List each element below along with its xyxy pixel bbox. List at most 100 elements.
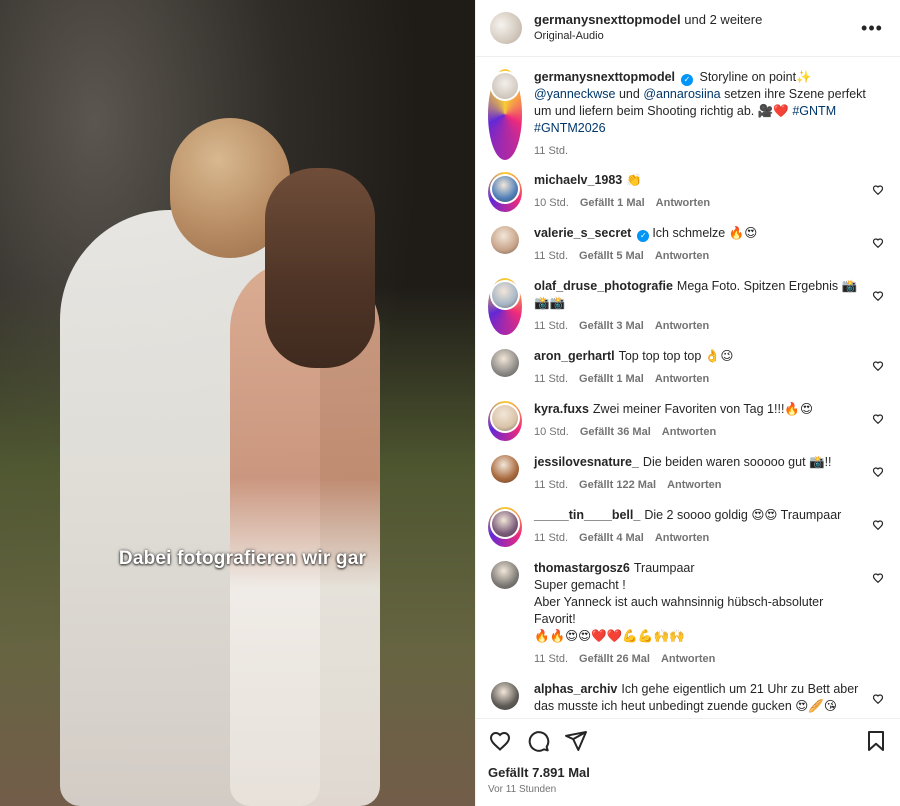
avatar[interactable] — [488, 560, 522, 668]
comment-time: 10 Std. — [534, 197, 569, 209]
caption-time: 11 Std. — [534, 145, 569, 157]
avatar[interactable] — [490, 12, 522, 44]
comment-likes[interactable]: Gefällt 5 Mal — [579, 248, 644, 265]
comment-like-heart-icon[interactable] — [872, 237, 884, 249]
reply-button[interactable]: Antworten — [656, 195, 710, 212]
comment-time: 11 Std. — [534, 250, 569, 262]
reply-button[interactable]: Antworten — [662, 424, 716, 441]
avatar[interactable] — [488, 401, 522, 441]
share-icon[interactable] — [564, 729, 588, 753]
reply-button[interactable]: Antworten — [655, 248, 709, 265]
verified-badge-icon: ✓ — [681, 74, 694, 86]
comment-like-heart-icon[interactable] — [872, 466, 884, 478]
comment-like-heart-icon[interactable] — [872, 184, 884, 196]
comment-likes[interactable]: Gefällt 1 Mal — [580, 195, 645, 212]
mention-link[interactable]: @annarosiina — [643, 87, 720, 101]
post-caption: germanysnexttopmodel ✓ Storyline on point… — [488, 69, 884, 160]
save-bookmark-icon[interactable] — [864, 729, 888, 753]
comment-likes[interactable]: Gefällt 1 Mal — [579, 371, 644, 388]
comment-item: aron_gerhartl Top top top top 👌😉 11 Std. Ge… — [488, 348, 884, 388]
comment-item: kyra.fuxs Zwei meiner Favoriten von Tag 1… — [488, 401, 884, 441]
comment-text-line: Super gemacht ! — [534, 578, 626, 592]
comment-text: Ich schmelze 🔥😍 — [652, 226, 758, 240]
person-head — [265, 168, 375, 368]
comment-time: 11 Std. — [534, 373, 569, 385]
header-username[interactable]: germanysnexttopmodel — [534, 12, 681, 27]
avatar[interactable] — [488, 681, 522, 718]
comment-item: _____tin____bell_ Die 2 soooo goldig 😍😍 T… — [488, 507, 884, 547]
reply-button[interactable]: Antworten — [667, 477, 721, 494]
comment-like-heart-icon[interactable] — [872, 360, 884, 372]
comment-like-heart-icon[interactable] — [872, 693, 884, 705]
comment-text: Die 2 soooo goldig 😍😍 Traumpaar — [644, 508, 842, 522]
avatar[interactable] — [488, 507, 522, 547]
comment-like-heart-icon[interactable] — [872, 519, 884, 531]
avatar[interactable] — [488, 348, 522, 388]
comment-time: 11 Std. — [534, 479, 569, 491]
comment-item: valerie_s_secret ✓ Ich schmelze 🔥😍 11 Std. G… — [488, 225, 884, 265]
avatar[interactable] — [488, 69, 522, 160]
avatar[interactable] — [488, 278, 522, 335]
comment-item: olaf_druse_photografie Mega Foto. Spitzen… — [488, 278, 884, 335]
header-collaborators[interactable]: und 2 weitere — [684, 12, 762, 27]
comment-text: Zwei meiner Favoriten von Tag 1!!!🔥😍 — [592, 402, 814, 416]
comment-time: 11 Std. — [534, 653, 569, 665]
comment-text: Top top top top 👌😉 — [618, 349, 734, 363]
comment-item: alphas_archiv Ich gehe eigentlich um 21 U… — [488, 681, 884, 718]
comment-text-line: 🔥🔥😍😍❤️❤️💪💪🙌🙌 — [534, 629, 685, 643]
comment-like-heart-icon[interactable] — [872, 290, 884, 302]
reply-button[interactable]: Antworten — [661, 651, 715, 668]
comment-text-line: Aber Yanneck ist auch wahnsinnig hübsch-… — [534, 595, 824, 626]
comment-time: 11 Std. — [534, 532, 569, 544]
comment-username[interactable]: valerie_s_secret — [534, 226, 631, 240]
comment-username[interactable]: aron_gerhartl — [534, 349, 615, 363]
comment-text: Traumpaar — [633, 561, 695, 575]
like-heart-icon[interactable] — [488, 729, 512, 753]
hashtag-link[interactable]: #GNTM2026 — [534, 121, 606, 135]
avatar[interactable] — [488, 454, 522, 494]
comment-username[interactable]: thomastargosz6 — [534, 561, 630, 575]
comment-likes[interactable]: Gefällt 122 Mal — [579, 477, 656, 494]
comment-username[interactable]: kyra.fuxs — [534, 402, 589, 416]
comment-icon[interactable] — [526, 729, 550, 753]
more-options-icon[interactable]: ••• — [860, 16, 884, 40]
like-count[interactable]: Gefällt 7.891 Mal — [488, 765, 888, 780]
post-side-panel: germanysnexttopmodel und 2 weitere Origi… — [475, 0, 900, 806]
comment-likes[interactable]: Gefällt 4 Mal — [579, 530, 644, 547]
comment-username[interactable]: michaelv_1983 — [534, 173, 622, 187]
video-caption: Dabei fotografieren wir gar — [118, 548, 367, 569]
caption-text: Storyline on point✨ — [699, 70, 812, 84]
post-video[interactable]: Dabei fotografieren wir gar — [0, 0, 475, 806]
mention-link[interactable]: @yanneckwse — [534, 87, 615, 101]
post-time: Vor 11 Stunden — [488, 784, 557, 795]
comment-item: thomastargosz6 Traumpaar Super gemacht ! Ab… — [488, 560, 884, 668]
avatar[interactable] — [488, 225, 522, 265]
post-header: germanysnexttopmodel und 2 weitere Origi… — [476, 0, 900, 57]
comment-like-heart-icon[interactable] — [872, 413, 884, 425]
comment-username[interactable]: _____tin____bell_ — [534, 508, 640, 522]
comment-username[interactable]: olaf_druse_photografie — [534, 279, 673, 293]
reply-button[interactable]: Antworten — [655, 318, 709, 335]
comment-likes[interactable]: Gefällt 26 Mal — [579, 651, 650, 668]
caption-username[interactable]: germanysnexttopmodel — [534, 70, 675, 84]
post-actions: Gefällt 7.891 Mal Vor 11 Stunden — [476, 718, 900, 806]
comment-item: michaelv_1983 👏 10 Std. Gefällt 1 Mal Antwor… — [488, 172, 884, 212]
comments-list[interactable]: germanysnexttopmodel ✓ Storyline on point… — [476, 57, 900, 718]
caption-text: und — [618, 87, 640, 101]
comment-like-heart-icon[interactable] — [872, 572, 884, 584]
audio-label[interactable]: Original-Audio — [534, 28, 860, 45]
comment-likes[interactable]: Gefällt 3 Mal — [579, 318, 644, 335]
comment-text: Die beiden waren sooooo gut 📸!! — [642, 455, 832, 469]
comment-username[interactable]: jessilovesnature_ — [534, 455, 639, 469]
hashtag-link[interactable]: #GNTM — [792, 104, 836, 118]
reply-button[interactable]: Antworten — [655, 371, 709, 388]
avatar[interactable] — [488, 172, 522, 212]
comment-item: jessilovesnature_ Die beiden waren sooooo… — [488, 454, 884, 494]
reply-button[interactable]: Antworten — [655, 530, 709, 547]
verified-badge-icon: ✓ — [637, 230, 650, 242]
comment-time: 10 Std. — [534, 426, 569, 438]
comment-username[interactable]: alphas_archiv — [534, 682, 617, 696]
comment-text: 👏 — [626, 173, 642, 187]
comment-likes[interactable]: Gefällt 36 Mal — [580, 424, 651, 441]
comment-time: 11 Std. — [534, 320, 569, 332]
